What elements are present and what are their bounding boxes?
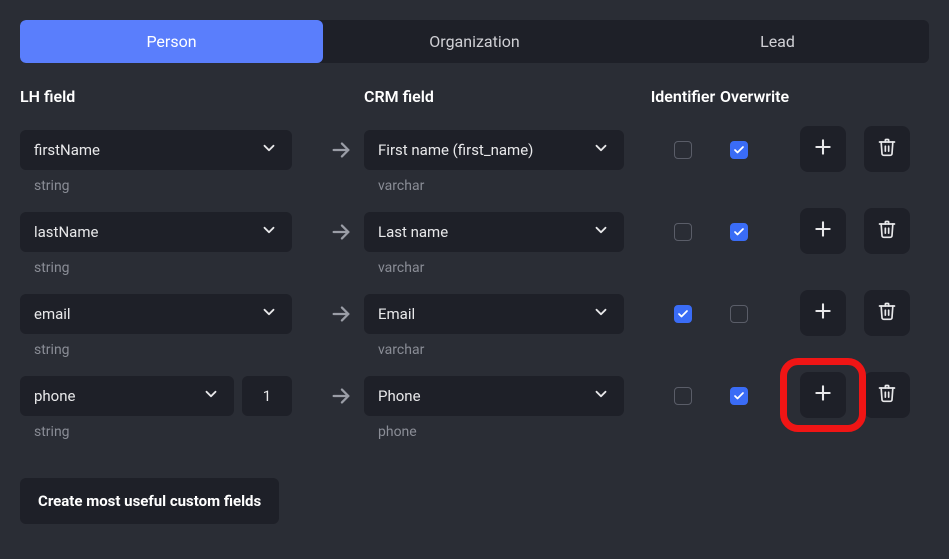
delete-button[interactable] (864, 208, 910, 254)
header-overwrite: Overwrite (718, 87, 800, 106)
lh-field-type: string (34, 178, 292, 194)
plus-icon (813, 383, 833, 407)
arrow-right-icon (318, 376, 364, 416)
chevron-down-icon (260, 303, 278, 325)
crm-field-type: phone (378, 424, 648, 440)
crm-field-type: varchar (378, 178, 648, 194)
arrow-right-icon (318, 212, 364, 252)
chevron-down-icon (592, 385, 610, 407)
lh-field-value: phone (34, 387, 75, 405)
crm-field-value: Last name (378, 223, 448, 241)
add-button[interactable] (800, 372, 846, 418)
crm-field-select[interactable]: Email (364, 294, 624, 334)
trash-icon (877, 219, 897, 243)
crm-field-type: varchar (378, 260, 648, 276)
header-lh-field: LH field (20, 87, 318, 106)
add-button[interactable] (800, 208, 846, 254)
chevron-down-icon (592, 139, 610, 161)
lh-field-value: lastName (34, 223, 98, 241)
chevron-down-icon (592, 221, 610, 243)
crm-field-select[interactable]: First name (first_name) (364, 130, 624, 170)
arrow-right-icon (318, 294, 364, 334)
lh-field-type: string (34, 260, 292, 276)
chevron-down-icon (260, 139, 278, 161)
add-button[interactable] (800, 290, 846, 336)
mapping-row: email string Email varchar (20, 294, 929, 358)
entity-tabs: Person Organization Lead (20, 20, 929, 63)
lh-field-type: string (34, 424, 234, 440)
tab-organization[interactable]: Organization (323, 20, 626, 63)
chevron-down-icon (592, 303, 610, 325)
crm-field-select[interactable]: Phone (364, 376, 624, 416)
add-button[interactable] (800, 126, 846, 172)
index-box[interactable]: 1 (242, 376, 292, 416)
arrow-right-icon (318, 130, 364, 170)
header-identifier: Identifier (648, 87, 718, 106)
header-crm-field: CRM field (364, 87, 648, 106)
crm-field-type: varchar (378, 342, 648, 358)
delete-button[interactable] (864, 126, 910, 172)
overwrite-checkbox[interactable] (730, 141, 748, 159)
create-custom-fields-button[interactable]: Create most useful custom fields (20, 478, 279, 524)
chevron-down-icon (260, 221, 278, 243)
lh-field-select[interactable]: lastName (20, 212, 292, 252)
overwrite-checkbox[interactable] (730, 387, 748, 405)
delete-button[interactable] (864, 290, 910, 336)
lh-field-value: email (34, 305, 71, 323)
delete-button[interactable] (864, 372, 910, 418)
identifier-checkbox[interactable] (674, 223, 692, 241)
lh-field-select[interactable]: firstName (20, 130, 292, 170)
trash-icon (877, 137, 897, 161)
lh-field-value: firstName (34, 141, 100, 159)
crm-field-value: Email (378, 305, 415, 323)
mapping-row: firstName string First name (first_name)va… (20, 130, 929, 194)
lh-field-select[interactable]: email (20, 294, 292, 334)
mapping-row: lastName string Last name varchar (20, 212, 929, 276)
chevron-down-icon (202, 385, 220, 407)
overwrite-checkbox[interactable] (730, 223, 748, 241)
tab-person[interactable]: Person (20, 20, 323, 63)
plus-icon (813, 137, 833, 161)
crm-field-value: First name (first_name) (378, 141, 533, 159)
plus-icon (813, 219, 833, 243)
column-headers: LH field CRM field Identifier Overwrite (20, 87, 929, 106)
mapping-row: phone string 1 Phone phone (20, 376, 929, 440)
crm-field-select[interactable]: Last name (364, 212, 624, 252)
overwrite-checkbox[interactable] (730, 305, 748, 323)
crm-field-value: Phone (378, 387, 421, 405)
identifier-checkbox[interactable] (674, 387, 692, 405)
identifier-checkbox[interactable] (674, 141, 692, 159)
identifier-checkbox[interactable] (674, 305, 692, 323)
plus-icon (813, 301, 833, 325)
trash-icon (877, 301, 897, 325)
lh-field-type: string (34, 342, 292, 358)
lh-field-select[interactable]: phone (20, 376, 234, 416)
trash-icon (877, 383, 897, 407)
tab-lead[interactable]: Lead (626, 20, 929, 63)
